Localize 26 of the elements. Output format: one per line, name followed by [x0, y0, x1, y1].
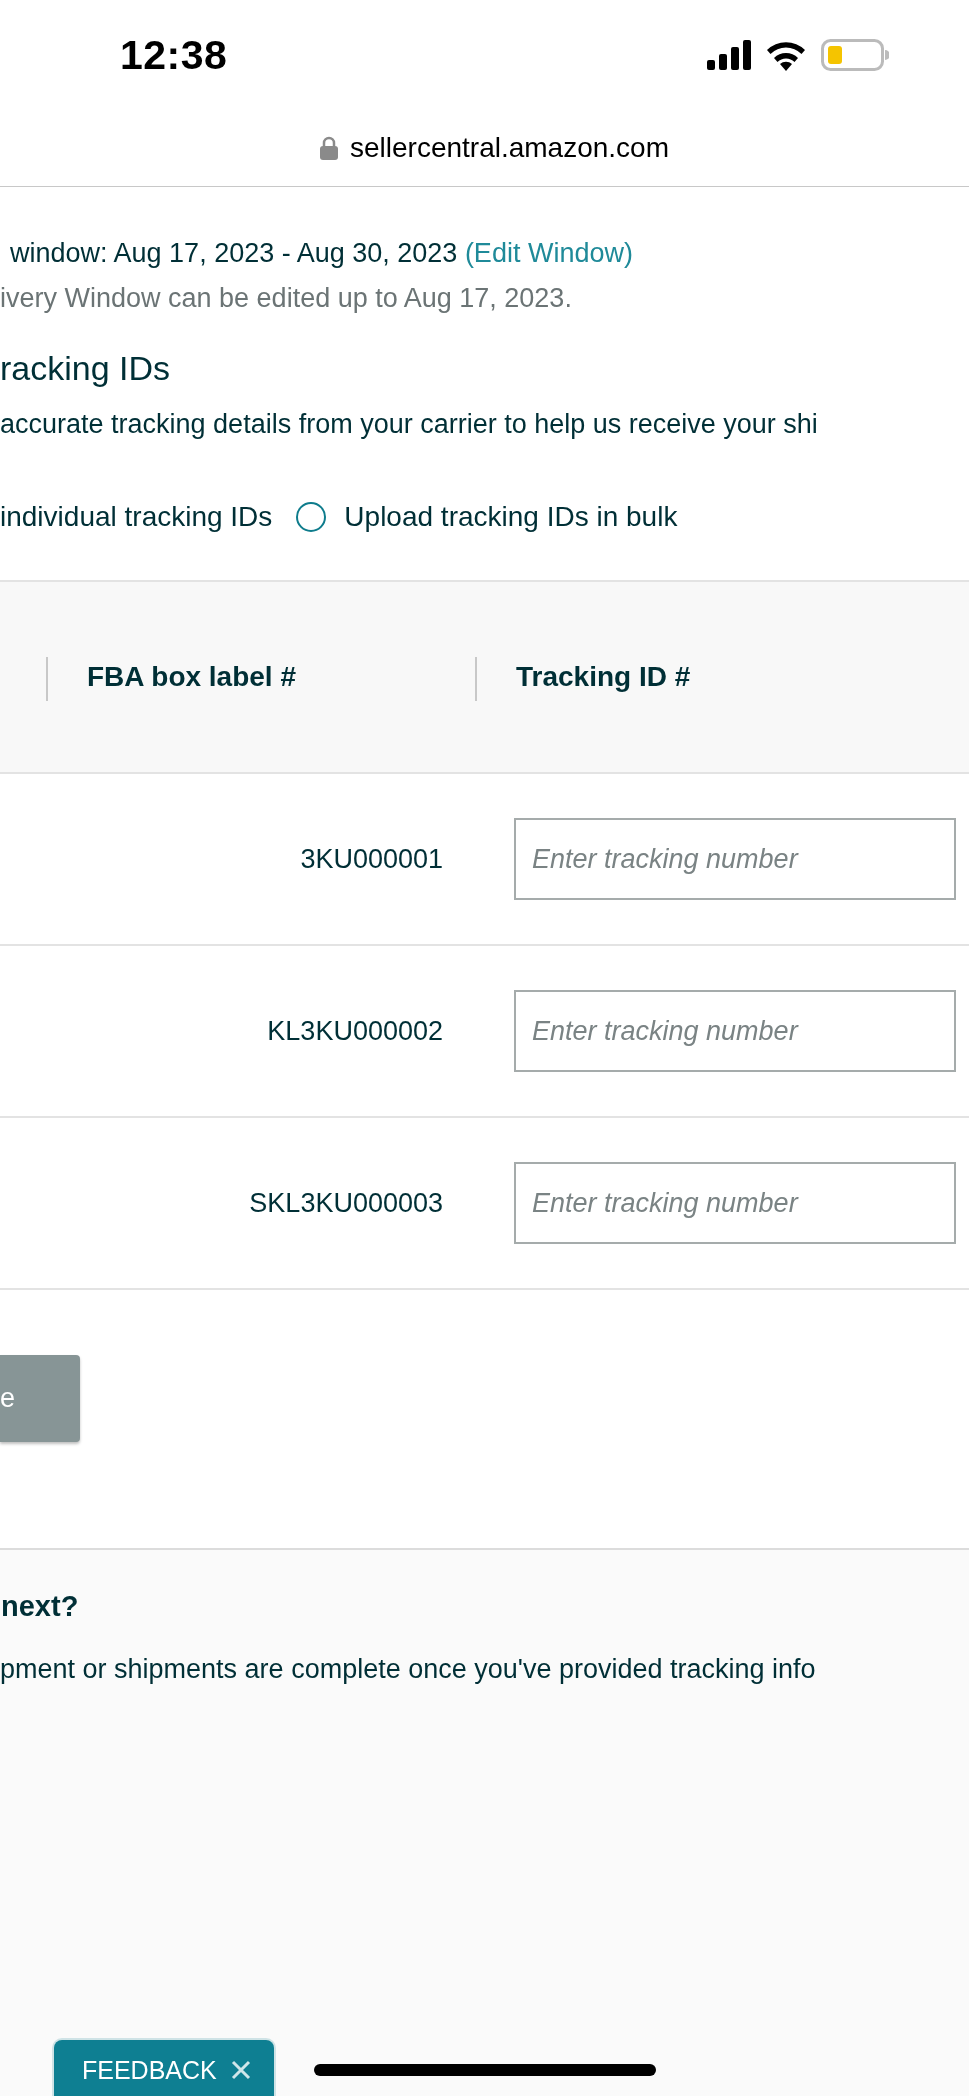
box-label-cell: SKL3KU000003: [249, 1187, 443, 1218]
close-icon: [230, 2060, 251, 2080]
url-text[interactable]: sellercentral.amazon.com: [350, 132, 669, 164]
feedback-button[interactable]: FEEDBACK: [52, 2038, 276, 2096]
tracking-input-field[interactable]: Enter tracking number: [514, 1162, 956, 1244]
column-header: FBA box label #: [87, 661, 296, 692]
radio-button[interactable]: [296, 502, 327, 532]
tracking-input-field[interactable]: Enter tracking number: [514, 990, 956, 1072]
lock-icon: [320, 136, 338, 160]
column-header: Tracking ID #: [516, 661, 691, 692]
box-label-cell: KL3KU000002: [267, 1015, 443, 1046]
section-description: accurate tracking details from your carrier to help us receive your shi: [0, 409, 818, 439]
next-steps-text: pment or shipments are complete once you've provided tracking info: [0, 1654, 816, 1684]
next-steps-heading: next?: [1, 1590, 79, 1622]
delivery-window-text: window: Aug 17, 2023 - Aug 30, 2023: [10, 238, 458, 268]
tracking-input-field[interactable]: Enter tracking number: [514, 818, 956, 900]
radio-label[interactable]: Upload tracking IDs in bulk: [344, 501, 678, 533]
edit-window-link[interactable]: (Edit Window): [464, 238, 633, 268]
battery-icon: [821, 39, 889, 71]
box-label-cell: 3KU000001: [300, 843, 443, 874]
section-heading: racking IDs: [0, 349, 171, 387]
signal-icon: [707, 40, 751, 70]
radio-label[interactable]: individual tracking IDs: [0, 501, 273, 533]
window-note: ivery Window can be edited up to Aug 17, 2023.: [0, 283, 572, 313]
wifi-icon: [765, 39, 807, 71]
clock-time: 12:38: [120, 31, 228, 79]
